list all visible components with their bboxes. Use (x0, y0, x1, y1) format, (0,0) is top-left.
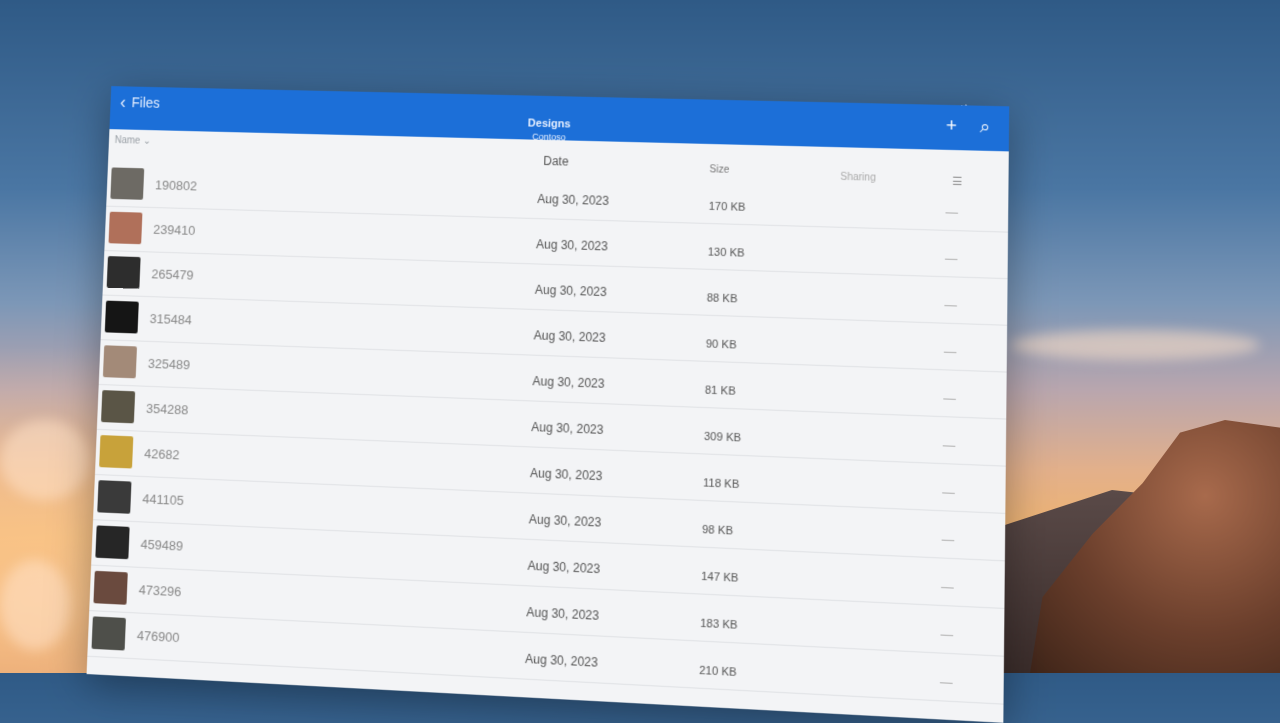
file-date: Aug 30, 2023 (527, 558, 600, 576)
file-thumbnail (95, 525, 129, 559)
file-date: Aug 30, 2023 (537, 192, 609, 208)
file-name: 265479 (151, 266, 194, 282)
file-thumbnail (110, 167, 144, 199)
sort-dropdown[interactable]: Name ⌄ (114, 135, 151, 147)
file-date: Aug 30, 2023 (525, 652, 598, 670)
more-options-icon[interactable]: — (945, 251, 957, 266)
file-thumbnail (97, 480, 131, 514)
file-size: 170 KB (709, 201, 746, 214)
column-size[interactable]: Size (709, 164, 729, 176)
file-size: 210 KB (699, 665, 737, 680)
add-icon[interactable]: + (946, 115, 957, 137)
file-name: 459489 (140, 537, 183, 554)
file-date: Aug 30, 2023 (532, 374, 604, 391)
search-icon[interactable]: ⌕ (980, 116, 991, 138)
background-cloud (1010, 330, 1260, 360)
column-date[interactable]: Date (543, 154, 569, 169)
file-name: 476900 (137, 628, 180, 645)
file-date: Aug 30, 2023 (535, 283, 607, 300)
file-size: 147 KB (701, 571, 739, 585)
file-name: 473296 (138, 582, 181, 599)
file-date: Aug 30, 2023 (531, 420, 604, 437)
file-date: Aug 30, 2023 (533, 328, 605, 345)
sort-label: Name (114, 135, 140, 146)
file-name: 354288 (146, 401, 189, 418)
more-options-icon[interactable]: — (942, 485, 954, 500)
title-actions: + ⌕ (946, 115, 991, 137)
file-size: 309 KB (704, 431, 741, 445)
window-title: Designs (528, 117, 571, 130)
file-date: Aug 30, 2023 (530, 466, 603, 483)
more-options-icon[interactable]: — (944, 298, 956, 313)
file-date: Aug 30, 2023 (526, 605, 599, 623)
background-cloud (0, 420, 90, 500)
file-name: 239410 (153, 222, 195, 238)
files-window: ‹ Files Designs Contoso + ⌕ Name ⌄ Date … (87, 86, 1010, 723)
file-size: 88 KB (707, 292, 738, 305)
file-size: 118 KB (703, 477, 740, 491)
file-thumbnail (101, 390, 135, 423)
file-thumbnail (99, 435, 133, 468)
more-options-icon[interactable]: — (943, 438, 955, 453)
file-date: Aug 30, 2023 (536, 237, 608, 253)
file-name: 42682 (144, 446, 180, 463)
more-options-icon[interactable]: — (945, 205, 957, 220)
file-size: 90 KB (706, 338, 737, 351)
file-name: 441105 (142, 491, 184, 508)
file-size: 98 KB (702, 524, 733, 538)
file-name: 325489 (148, 356, 191, 373)
more-options-icon[interactable]: — (940, 675, 952, 690)
file-thumbnail (103, 345, 137, 378)
file-thumbnail (105, 301, 139, 334)
more-options-icon[interactable]: — (940, 627, 952, 642)
file-thumbnail (107, 256, 141, 289)
more-options-icon[interactable]: — (941, 580, 953, 595)
file-thumbnail (109, 212, 143, 245)
file-date: Aug 30, 2023 (529, 512, 602, 530)
background-cloud (0, 560, 70, 650)
file-list: 190802 Aug 30, 2023 170 KB — 239410 Aug … (87, 162, 1008, 704)
file-size: 130 KB (708, 246, 745, 259)
file-size: 81 KB (705, 384, 736, 397)
file-thumbnail (93, 571, 127, 605)
more-options-icon[interactable]: — (942, 532, 954, 547)
file-size: 183 KB (700, 618, 738, 632)
file-thumbnail (92, 616, 126, 650)
more-options-icon[interactable]: — (943, 391, 955, 406)
file-name: 315484 (149, 311, 192, 327)
file-name: 190802 (155, 177, 197, 193)
more-options-icon[interactable]: — (944, 344, 956, 359)
